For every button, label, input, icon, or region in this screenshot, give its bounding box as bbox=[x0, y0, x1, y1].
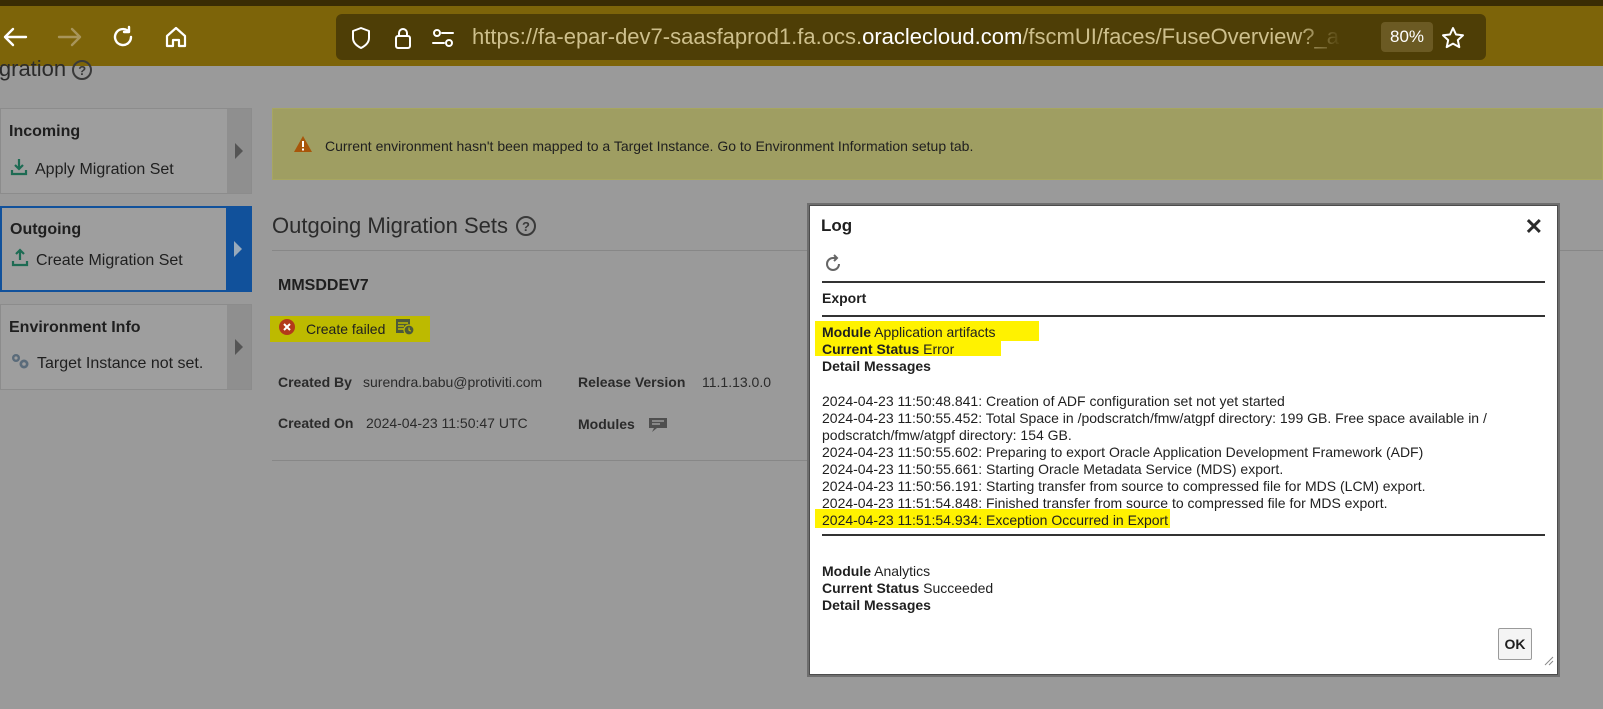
log-line: 2024-04-23 11:50:55.452: Total Space in … bbox=[822, 410, 1487, 443]
section-title-text: Outgoing Migration Sets bbox=[272, 213, 509, 238]
created-on-value: 2024-04-23 11:50:47 UTC bbox=[366, 415, 528, 431]
reload-icon[interactable] bbox=[108, 22, 138, 52]
log-dialog: Log ✕ Export Module Application artifact… bbox=[809, 205, 1558, 675]
current-status-value: Succeeded bbox=[923, 580, 994, 596]
shield-icon[interactable] bbox=[348, 25, 374, 51]
help-icon[interactable]: ? bbox=[516, 216, 537, 236]
created-by-value: surendra.babu@protiviti.com bbox=[363, 374, 543, 390]
log-line: 2024-04-23 11:50:48.841: Creation of ADF… bbox=[822, 393, 1285, 409]
log-line: 2024-04-23 11:51:54.934: Exception Occur… bbox=[822, 512, 1169, 528]
chevron-right-icon[interactable] bbox=[227, 109, 251, 193]
log-line: 2024-04-23 11:51:54.848: Finished transf… bbox=[822, 495, 1388, 511]
page-title: igration ? bbox=[0, 56, 93, 82]
resize-grip-icon[interactable] bbox=[1544, 653, 1554, 671]
migration-set-name: MMSDDEV7 bbox=[278, 277, 369, 294]
create-migration-set-link[interactable]: Create Migration Set bbox=[36, 252, 183, 270]
divider bbox=[822, 315, 1545, 317]
close-icon[interactable]: ✕ bbox=[1525, 214, 1543, 240]
permissions-icon[interactable] bbox=[430, 25, 456, 51]
upload-icon bbox=[10, 248, 30, 273]
status-label: Create failed bbox=[306, 321, 386, 337]
sidebar-item-title: Incoming bbox=[9, 123, 81, 140]
module-row: Module Analytics bbox=[822, 563, 930, 580]
modules-icon[interactable] bbox=[648, 417, 668, 438]
detail-messages-label: Detail Messages bbox=[822, 358, 931, 374]
sidebar-item-title: Outgoing bbox=[10, 221, 82, 238]
section-title: Outgoing Migration Sets ? bbox=[272, 213, 537, 239]
sidebar-item-outgoing[interactable]: Outgoing Create Migration Set bbox=[0, 206, 252, 292]
module-label: Module bbox=[822, 563, 871, 579]
zoom-badge[interactable]: 80% bbox=[1381, 22, 1433, 52]
ok-button[interactable]: OK bbox=[1498, 628, 1532, 660]
help-icon[interactable]: ? bbox=[72, 60, 93, 81]
star-icon[interactable] bbox=[1440, 25, 1466, 51]
warning-icon bbox=[293, 135, 313, 158]
page-title-text: igration bbox=[0, 56, 67, 81]
url-path: /fscmUI/faces/FuseOverview?_adf.ctrl-sta… bbox=[1022, 24, 1340, 49]
log-line: 2024-04-23 11:50:55.661: Starting Oracle… bbox=[822, 461, 1284, 477]
created-by-label: Created By bbox=[278, 374, 352, 390]
gears-icon bbox=[9, 351, 31, 376]
url-host: oraclecloud.com bbox=[862, 24, 1023, 49]
detail-messages-label: Detail Messages bbox=[822, 597, 931, 613]
forward-icon[interactable] bbox=[55, 22, 85, 52]
current-status-value: Error bbox=[923, 341, 955, 357]
target-instance-status: Target Instance not set. bbox=[37, 354, 204, 372]
error-icon bbox=[278, 318, 296, 341]
created-on-label: Created On bbox=[278, 415, 354, 431]
url-text[interactable]: https://fa-epar-dev7-saasfaprod1.fa.ocs.… bbox=[472, 24, 1340, 50]
modules-label: Modules bbox=[578, 416, 635, 432]
divider bbox=[822, 534, 1545, 536]
chevron-right-icon[interactable] bbox=[227, 305, 251, 389]
lock-icon[interactable] bbox=[390, 25, 416, 51]
module-label: Module bbox=[822, 324, 871, 340]
schedule-log-icon[interactable] bbox=[395, 318, 415, 341]
browser-toolbar: https://fa-epar-dev7-saasfaprod1.fa.ocs.… bbox=[0, 0, 1603, 66]
address-bar[interactable]: https://fa-epar-dev7-saasfaprod1.fa.ocs.… bbox=[336, 14, 1486, 60]
divider bbox=[822, 281, 1545, 283]
sidebar-item-environment-info[interactable]: Environment Info Target Instance not set… bbox=[0, 304, 252, 390]
current-status-label: Current Status bbox=[822, 341, 920, 357]
log-line: 2024-04-23 11:50:55.602: Preparing to ex… bbox=[822, 444, 1424, 460]
module-row: Module Application artifacts bbox=[822, 324, 996, 341]
release-version-value: 11.1.13.0.0 bbox=[702, 374, 772, 390]
status-row: Current Status Succeeded bbox=[822, 580, 993, 597]
back-icon[interactable] bbox=[0, 22, 30, 52]
warning-text: Current environment hasn't been mapped t… bbox=[325, 138, 974, 154]
divider bbox=[272, 460, 812, 461]
dialog-title: Log bbox=[821, 216, 853, 235]
detail-messages-heading: Detail Messages bbox=[822, 358, 931, 375]
home-icon[interactable] bbox=[161, 22, 191, 52]
sidebar-item-title: Environment Info bbox=[9, 319, 141, 336]
log-messages: 2024-04-23 11:50:48.841: Creation of ADF… bbox=[822, 393, 1512, 529]
url-fade bbox=[1296, 22, 1342, 52]
current-status-label: Current Status bbox=[822, 580, 920, 596]
detail-messages-heading: Detail Messages bbox=[822, 597, 931, 614]
module-value: Analytics bbox=[874, 563, 931, 579]
export-heading: Export bbox=[822, 290, 867, 306]
download-icon bbox=[9, 157, 29, 182]
apply-migration-set-link[interactable]: Apply Migration Set bbox=[35, 161, 174, 179]
refresh-icon[interactable] bbox=[823, 254, 843, 279]
release-version-label: Release Version bbox=[578, 374, 686, 390]
warning-banner: Current environment hasn't been mapped t… bbox=[272, 108, 1603, 180]
chevron-right-icon[interactable] bbox=[226, 208, 250, 290]
status-badge[interactable]: Create failed bbox=[270, 316, 430, 342]
status-row: Current Status Error bbox=[822, 341, 954, 358]
url-prefix: https://fa-epar-dev7-saasfaprod1.fa.ocs. bbox=[472, 24, 863, 49]
module-value: Application artifacts bbox=[874, 324, 996, 340]
sidebar-item-incoming[interactable]: Incoming Apply Migration Set bbox=[0, 108, 252, 194]
log-line: 2024-04-23 11:50:56.191: Starting transf… bbox=[822, 478, 1426, 494]
